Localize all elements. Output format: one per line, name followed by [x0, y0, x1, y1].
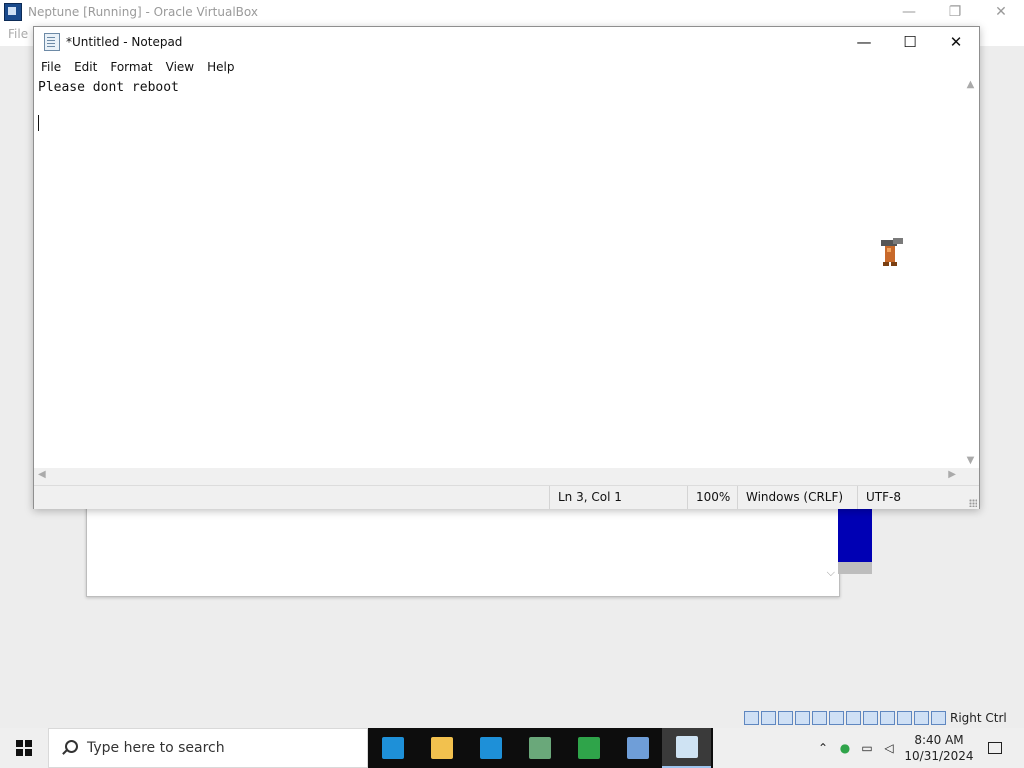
network-tray-icon[interactable]: ▭	[856, 728, 878, 768]
disk-icon[interactable]	[761, 711, 776, 725]
windows-2000-icon	[626, 737, 649, 759]
users-icon	[577, 737, 600, 759]
clock-date: 10/31/2024	[904, 749, 974, 763]
text-caret	[38, 115, 39, 131]
scroll-up-icon[interactable]: ▲	[962, 79, 979, 90]
scroll-down-icon[interactable]: ▼	[962, 455, 979, 466]
taskbar-app-file-explorer[interactable]	[417, 728, 466, 768]
background-window[interactable]: ⌵	[86, 500, 840, 597]
notepad-icon	[675, 736, 698, 758]
folder-icon	[430, 737, 453, 759]
taskbar: Type here to search ⌃ ● ▭ ◁ 8:40 AM 10/3…	[0, 728, 1024, 768]
notifications-button[interactable]	[978, 728, 1012, 768]
menu-view[interactable]: View	[159, 60, 200, 74]
vbox-menu-file[interactable]: File	[8, 27, 28, 41]
recording-icon[interactable]	[880, 711, 895, 725]
virtualbox-icon	[4, 3, 22, 21]
menu-format[interactable]: Format	[103, 60, 158, 74]
taskbar-app-windows-2000[interactable]	[613, 728, 662, 768]
notepad-title-bar[interactable]: *Untitled - Notepad — ☐ ✕	[34, 27, 979, 57]
clock-time: 8:40 AM	[914, 733, 964, 747]
system-tray: ⌃ ● ▭ ◁ 8:40 AM 10/31/2024	[812, 728, 1024, 768]
display-icon[interactable]	[863, 711, 878, 725]
resize-grip-icon[interactable]	[969, 499, 977, 507]
search-icon	[61, 740, 78, 756]
shared-folders-icon[interactable]	[846, 711, 861, 725]
notepad-maximize-button[interactable]: ☐	[887, 27, 933, 57]
vbox-status-bar: Right Ctrl	[744, 709, 1007, 727]
background-gray-panel	[838, 562, 872, 574]
notepad-window[interactable]: *Untitled - Notepad — ☐ ✕ File Edit Form…	[33, 26, 980, 509]
menu-file[interactable]: File	[34, 60, 67, 74]
taskbar-clock[interactable]: 8:40 AM 10/31/2024	[900, 732, 978, 764]
optical-drive-icon[interactable]	[744, 711, 759, 725]
windows-logo-icon	[16, 740, 32, 756]
scroll-right-icon[interactable]: ▶	[948, 469, 956, 480]
vertical-scrollbar[interactable]: ▲ ▼	[962, 77, 979, 468]
status-encoding: UTF-8	[857, 486, 966, 509]
volume-icon[interactable]: ◁	[878, 728, 900, 768]
audio-icon[interactable]	[795, 711, 810, 725]
notepad-window-title: *Untitled - Notepad	[66, 35, 183, 49]
start-button[interactable]	[0, 728, 48, 768]
notepad-icon	[44, 33, 60, 51]
menu-help[interactable]: Help	[200, 60, 240, 74]
notepad-window-controls: — ☐ ✕	[841, 27, 979, 57]
scroll-corner	[962, 468, 979, 485]
keyboard-capture-icon[interactable]	[931, 711, 946, 725]
vbox-close-button[interactable]: ✕	[978, 0, 1024, 24]
show-hidden-icons-icon[interactable]: ⌃	[812, 728, 834, 768]
chevron-down-icon: ⌵	[826, 566, 835, 579]
vbox-restore-button[interactable]: ❐	[932, 0, 978, 24]
taskbar-app-visual-studio[interactable]	[368, 728, 417, 768]
floppy-icon[interactable]	[778, 711, 793, 725]
status-line-ending: Windows (CRLF)	[737, 486, 856, 509]
taskbar-app-document[interactable]	[515, 728, 564, 768]
host-key-label: Right Ctrl	[950, 711, 1007, 725]
notepad-status-bar: Ln 3, Col 1 100% Windows (CRLF) UTF-8	[34, 485, 979, 509]
status-zoom: 100%	[687, 486, 738, 509]
visual-studio-icon	[479, 737, 502, 759]
notepad-close-button[interactable]: ✕	[933, 27, 979, 57]
mouse-integration-icon[interactable]	[914, 711, 929, 725]
notepad-minimize-button[interactable]: —	[841, 27, 887, 57]
notepad-text-area[interactable]: Please dont reboot	[38, 79, 962, 469]
vbox-window-controls: — ❐ ✕	[886, 0, 1024, 24]
notepad-menu-bar: File Edit Format View Help	[34, 57, 979, 77]
taskbar-apps	[368, 728, 713, 768]
vbox-minimize-button[interactable]: —	[886, 0, 932, 24]
menu-edit[interactable]: Edit	[67, 60, 103, 74]
horizontal-scrollbar[interactable]: ◀ ▶	[34, 468, 962, 485]
taskbar-search-box[interactable]: Type here to search	[48, 728, 368, 768]
vbox-window-title: Neptune [Running] - Oracle VirtualBox	[28, 5, 258, 19]
vbox-title-bar: Neptune [Running] - Oracle VirtualBox — …	[0, 0, 1024, 24]
user-icon[interactable]: ●	[834, 728, 856, 768]
background-blue-panel	[838, 506, 872, 562]
usb-icon[interactable]	[829, 711, 844, 725]
desktop-character-icon	[881, 238, 903, 266]
scroll-left-icon[interactable]: ◀	[38, 469, 46, 480]
visual-studio-icon	[381, 737, 404, 759]
search-placeholder: Type here to search	[87, 740, 225, 756]
status-cursor-position: Ln 3, Col 1	[549, 486, 690, 509]
document-icon	[528, 737, 551, 759]
taskbar-app-notepad[interactable]	[662, 728, 711, 768]
network-icon[interactable]	[812, 711, 827, 725]
taskbar-app-users[interactable]	[564, 728, 613, 768]
cpu-icon[interactable]	[897, 711, 912, 725]
notification-icon	[988, 742, 1002, 754]
taskbar-app-visual-studio-2[interactable]	[466, 728, 515, 768]
